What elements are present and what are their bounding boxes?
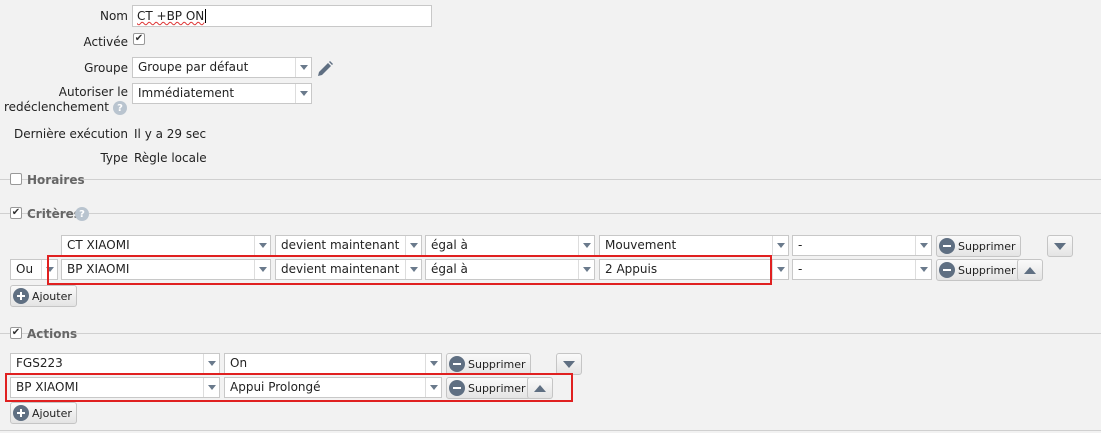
chevron-down-icon [203, 354, 219, 373]
criteria-operator-value: égal à [431, 238, 468, 252]
add-action-button[interactable]: Ajouter [10, 402, 77, 424]
actions-checkbox[interactable] [10, 327, 22, 339]
help-icon[interactable]: ? [75, 207, 89, 221]
criteria-value-select[interactable]: Mouvement [599, 235, 789, 256]
action-device-value: FGS223 [16, 356, 63, 370]
criteria-extra-select[interactable]: - [792, 259, 932, 280]
activee-checkbox[interactable] [133, 33, 145, 45]
horaires-checkbox[interactable] [10, 173, 22, 185]
derniere-value: Il y a 29 sec [134, 127, 207, 141]
minus-icon [939, 238, 955, 254]
arrow-up-icon [1024, 266, 1036, 274]
plus-icon [13, 288, 29, 304]
arrow-down-icon [1054, 242, 1066, 250]
move-down-button[interactable] [556, 353, 582, 375]
section-title-actions: Actions [27, 327, 78, 341]
section-divider [0, 333, 1101, 334]
criteria-extra-value: - [798, 262, 803, 276]
criteria-operator-select[interactable]: égal à [425, 235, 595, 256]
help-icon[interactable]: ? [113, 101, 127, 115]
groupe-value: Groupe par défaut [138, 60, 249, 74]
autoriser-select[interactable]: Immédiatement [132, 83, 312, 104]
criteria-device-select[interactable]: CT XIAOMI [61, 235, 271, 256]
add-label: Ajouter [32, 289, 72, 303]
minus-icon [449, 356, 465, 372]
groupe-select[interactable]: Groupe par défaut [132, 57, 312, 78]
plus-icon [13, 405, 29, 421]
add-label: Ajouter [32, 406, 72, 420]
nom-label: Nom [99, 9, 128, 23]
chevron-down-icon [915, 260, 931, 279]
delete-label: Supprimer [958, 239, 1016, 253]
chevron-down-icon [295, 84, 311, 103]
type-label: Type [100, 151, 128, 165]
delete-action-button[interactable]: Supprimer [446, 353, 531, 375]
action-command-value: On [230, 356, 248, 370]
arrow-down-icon [563, 360, 575, 368]
delete-label: Supprimer [958, 263, 1016, 277]
highlight-box [5, 373, 573, 402]
chevron-down-icon [772, 260, 788, 279]
criteria-extra-value: - [798, 238, 803, 252]
delete-label: Supprimer [468, 357, 526, 371]
minus-icon [939, 262, 955, 278]
section-divider [0, 430, 1101, 431]
criteres-checkbox[interactable] [10, 207, 22, 219]
section-title-horaires: Horaires [27, 173, 85, 187]
chevron-down-icon [295, 58, 311, 77]
criteria-device-value: CT XIAOMI [67, 238, 130, 252]
action-command-select[interactable]: On [224, 353, 442, 374]
chevron-down-icon [772, 236, 788, 255]
move-up-button[interactable] [1017, 259, 1043, 281]
delete-criteria-button[interactable]: Supprimer [936, 259, 1021, 281]
action-device-select[interactable]: FGS223 [10, 353, 220, 374]
chevron-down-icon [425, 354, 441, 373]
criteria-event-select[interactable]: devient maintenant [275, 235, 422, 256]
autoriser-label-line1: Autoriser le [58, 85, 128, 99]
criteria-value-value: Mouvement [605, 238, 677, 252]
section-divider [0, 213, 1101, 214]
move-down-button[interactable] [1047, 235, 1073, 257]
pencil-icon[interactable] [316, 60, 334, 78]
criteria-extra-select[interactable]: - [792, 235, 932, 256]
highlight-box [47, 255, 772, 285]
chevron-down-icon [254, 236, 270, 255]
groupe-label: Groupe [84, 61, 128, 75]
derniere-label: Dernière exécution [13, 127, 128, 141]
type-value: Règle locale [134, 151, 207, 165]
section-title-criteres: Critères [27, 207, 81, 221]
chevron-down-icon [405, 236, 421, 255]
chevron-down-icon [915, 236, 931, 255]
autoriser-value: Immédiatement [138, 86, 235, 100]
criteria-connector-value: Ou [16, 262, 34, 276]
criteria-event-value: devient maintenant [281, 238, 400, 252]
section-divider [0, 179, 1101, 180]
add-criteria-button[interactable]: Ajouter [10, 285, 77, 307]
nom-input[interactable]: CT +BP ON [132, 5, 432, 27]
nom-value: CT +BP ON [137, 9, 205, 23]
activee-label: Activée [83, 35, 128, 49]
chevron-down-icon [578, 236, 594, 255]
delete-criteria-button[interactable]: Supprimer [936, 235, 1021, 257]
autoriser-label-line2: redéclenchement [4, 100, 109, 114]
